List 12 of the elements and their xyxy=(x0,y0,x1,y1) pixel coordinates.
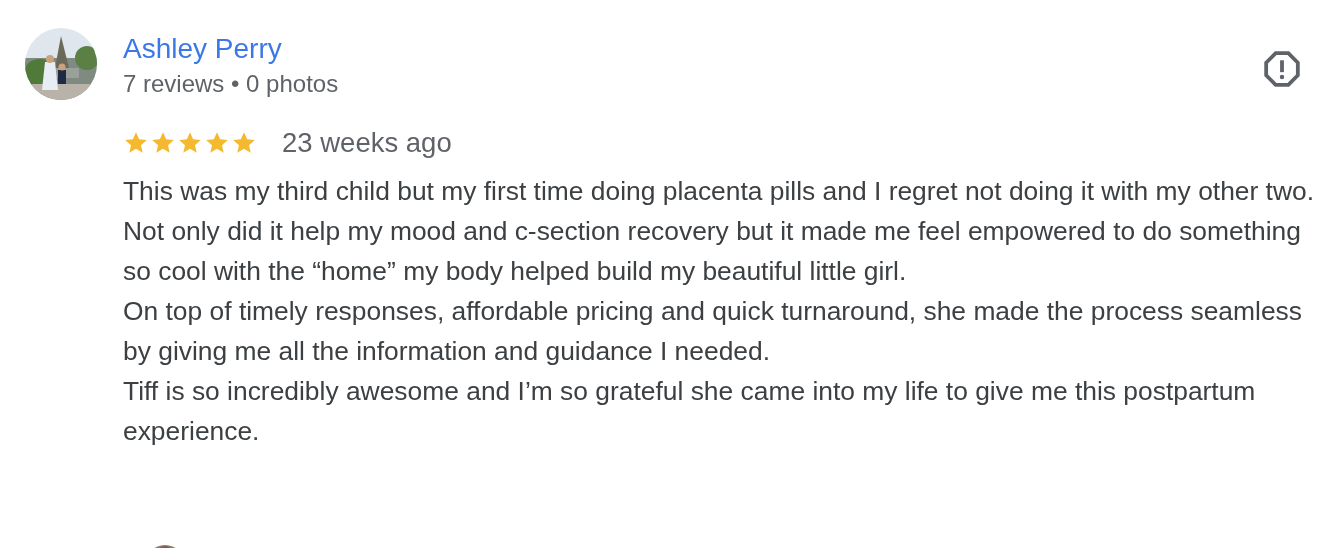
star-icon xyxy=(204,130,230,156)
review-time: 23 weeks ago xyxy=(282,127,452,159)
star-icon xyxy=(177,130,203,156)
star-icon xyxy=(123,130,149,156)
review-text: Tiff is so incredibly awesome and I’m so grateful she came into my life to give me this postpartum experience. xyxy=(123,375,1257,448)
report-icon[interactable] xyxy=(1263,50,1301,88)
star-icon xyxy=(231,130,257,156)
review-text: This was my third child but my first time doing placenta pills and I regret not doing it with my other two. Not only did it help my mood and c-section recovery but it made me feel empowered to do something so cool with the “home” my body helped build my beautiful little girl. xyxy=(123,175,1316,288)
star-icon xyxy=(150,130,176,156)
review-count: 7 reviews • 0 photos xyxy=(123,69,339,99)
review-text: On top of timely responses, affordable pricing and quick turnaround, she made the process seamless by giving me all the information and guidance I needed. xyxy=(123,295,1303,368)
author-name[interactable]: Ashley Perry xyxy=(123,31,339,67)
